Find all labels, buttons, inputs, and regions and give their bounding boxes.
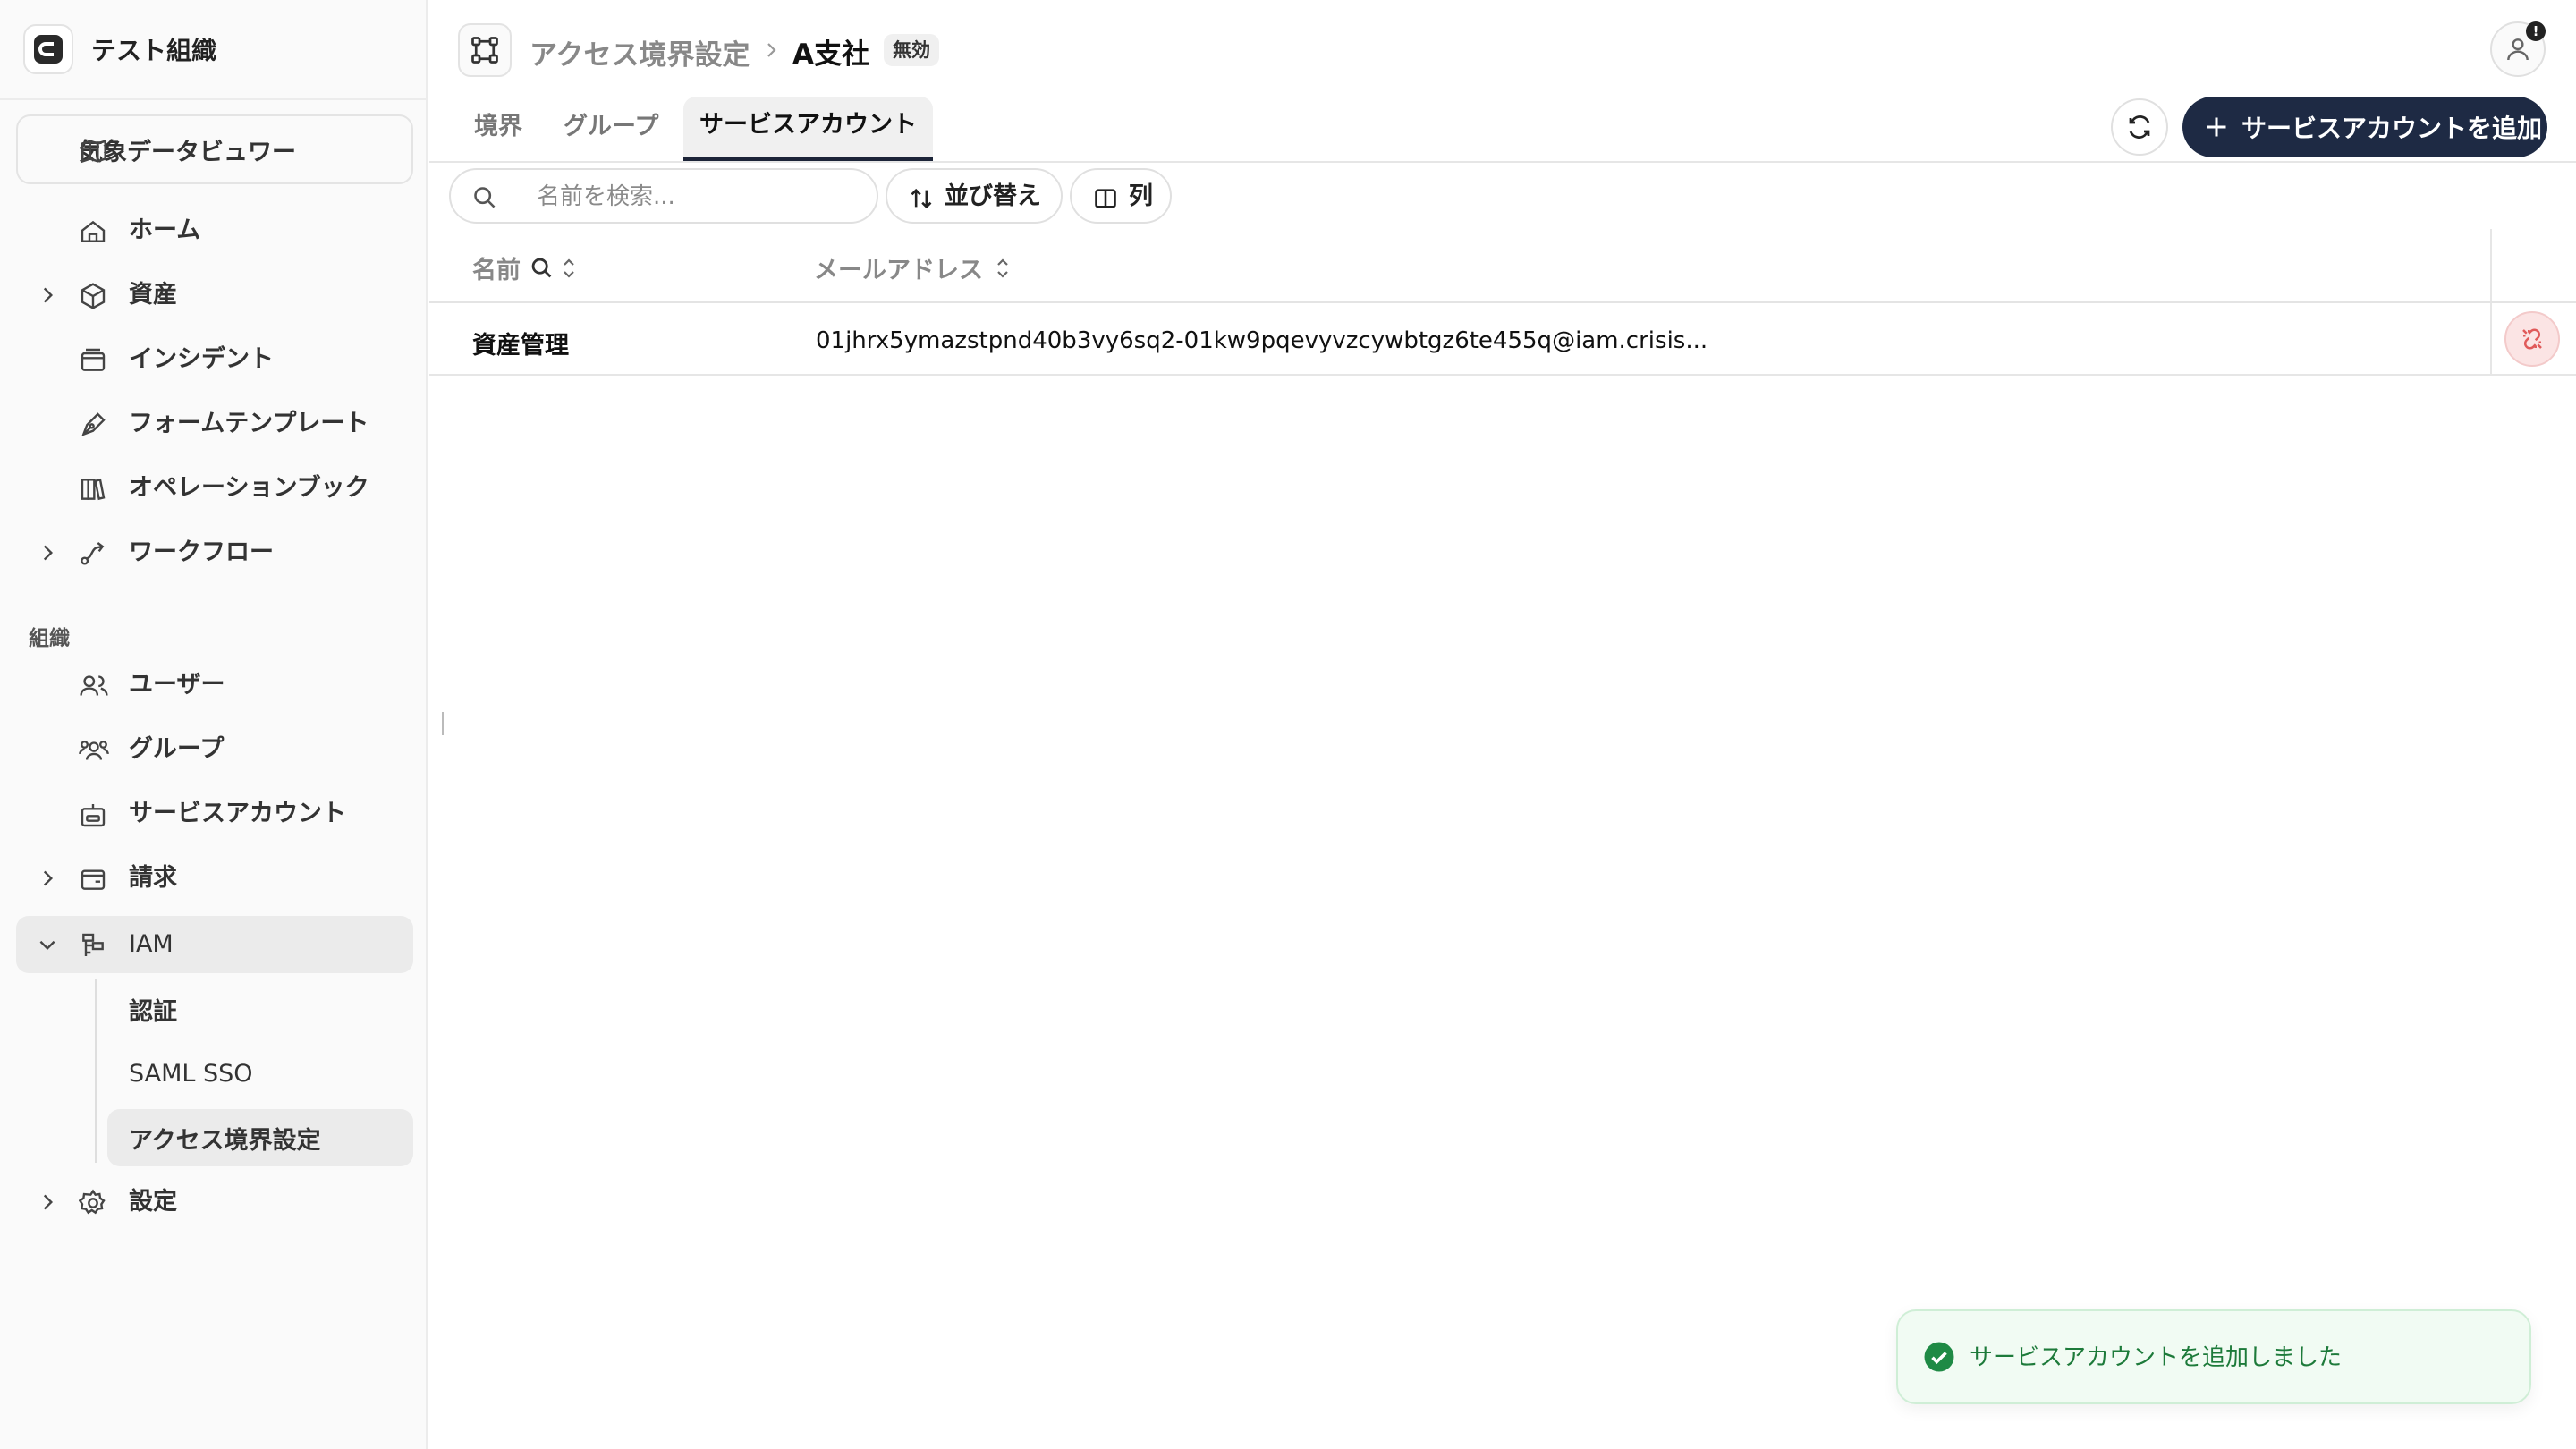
chevron-right-icon[interactable] xyxy=(36,1191,59,1214)
sidebar-item-label: オペレーションブック xyxy=(129,474,369,502)
sidebar-item-label: IAM xyxy=(129,930,174,958)
map-icon xyxy=(79,136,109,166)
add-service-account-button[interactable]: サービスアカウントを追加 xyxy=(2182,97,2547,157)
tab-boundary[interactable]: 境界 xyxy=(474,107,522,161)
sidebar-item-billing[interactable]: 請求 xyxy=(16,850,413,907)
sidebar-subitem-label: SAML SSO xyxy=(129,1059,253,1088)
table-row-divider xyxy=(429,374,2576,376)
wallet-icon xyxy=(79,865,107,894)
sidebar: テスト組織 気象データビュワー ホーム 資産 インシデント フォームテンプレート… xyxy=(0,0,428,1449)
cell-email: 01jhrx5ymazstpnd40b3vy6sq2-01kw9pqevyvzc… xyxy=(816,327,1708,354)
sidebar-subitem-label: アクセス境界設定 xyxy=(129,1126,321,1155)
sidebar-item-label: グループ xyxy=(129,735,225,763)
chevron-right-icon[interactable] xyxy=(36,541,59,564)
sidebar-item-label: インシデント xyxy=(129,345,274,373)
sidebar-subitem-label: 認証 xyxy=(129,997,177,1026)
cube-icon xyxy=(79,282,107,310)
org-logo-icon xyxy=(23,24,73,74)
submenu-guide-line xyxy=(95,979,97,1163)
weather-viewer-label: 気象データビュワー xyxy=(79,138,296,166)
check-circle-icon xyxy=(1923,1341,1955,1373)
page-title: A支社 xyxy=(792,38,869,71)
chevron-right-icon xyxy=(760,39,782,61)
columns-icon xyxy=(1093,186,1118,211)
sidebar-item-label: サービスアカウント xyxy=(129,800,346,827)
sort-label: 並び替え xyxy=(945,182,1041,210)
sidebar-item-label: 設定 xyxy=(129,1188,177,1216)
sidebar-item-label: ワークフロー xyxy=(129,538,274,566)
remove-service-account-button[interactable] xyxy=(2504,311,2560,367)
notification-badge: ! xyxy=(2526,21,2546,41)
sidebar-item-incidents[interactable]: インシデント xyxy=(16,331,413,388)
workflow-icon xyxy=(79,539,107,568)
search-icon xyxy=(472,185,497,210)
refresh-button[interactable] xyxy=(2111,98,2168,156)
user-icon xyxy=(2507,38,2529,61)
chevron-right-icon[interactable] xyxy=(36,284,59,307)
sidebar-item-workflows[interactable]: ワークフロー xyxy=(16,524,413,581)
tab-groups[interactable]: グループ xyxy=(564,107,658,161)
sort-toggle-icon[interactable] xyxy=(992,256,1013,281)
sort-arrows-icon xyxy=(909,186,934,211)
table-header-divider xyxy=(429,301,2576,303)
sidebar-item-settings[interactable]: 設定 xyxy=(16,1174,413,1231)
tabs-divider xyxy=(429,161,2576,163)
toast-notification: サービスアカウントを追加しました xyxy=(1896,1309,2531,1404)
toast-message: サービスアカウントを追加しました xyxy=(1970,1344,2343,1371)
sidebar-item-label: ユーザー xyxy=(129,671,225,699)
sidebar-item-form-templates[interactable]: フォームテンプレート xyxy=(16,395,413,453)
status-badge: 無効 xyxy=(884,34,939,66)
column-header-label: メールアドレス xyxy=(814,257,983,284)
columns-button[interactable]: 列 xyxy=(1070,168,1172,224)
cell-name: 資産管理 xyxy=(472,332,569,360)
org-switcher[interactable]: テスト組織 xyxy=(0,0,428,100)
group-icon xyxy=(79,736,109,765)
books-icon xyxy=(79,475,107,504)
sidebar-item-iam[interactable]: IAM xyxy=(16,916,413,973)
sidebar-item-users[interactable]: ユーザー xyxy=(16,657,413,714)
column-header-email[interactable]: メールアドレス xyxy=(814,250,1013,285)
sidebar-item-label: 資産 xyxy=(129,281,177,309)
search-input[interactable] xyxy=(537,179,868,215)
sidebar-item-label: ホーム xyxy=(129,216,201,244)
org-name: テスト組織 xyxy=(91,36,217,65)
column-header-name[interactable]: 名前 xyxy=(472,250,580,285)
sidebar-resize-handle[interactable] xyxy=(442,712,444,735)
sidebar-item-operation-books[interactable]: オペレーションブック xyxy=(16,460,413,517)
add-service-account-label: サービスアカウントを追加 xyxy=(2241,114,2543,143)
sidebar-subitem-saml-sso[interactable]: SAML SSO xyxy=(107,1045,413,1102)
pen-icon xyxy=(79,411,107,439)
home-icon xyxy=(79,217,107,246)
user-avatar-button[interactable]: ! xyxy=(2490,21,2546,77)
sidebar-subitem-access-boundary[interactable]: アクセス境界設定 xyxy=(107,1109,413,1166)
bot-icon xyxy=(79,801,107,829)
boundary-icon xyxy=(458,23,512,77)
columns-label: 列 xyxy=(1129,182,1153,210)
search-box xyxy=(449,168,878,224)
refresh-icon xyxy=(2129,115,2150,139)
gear-icon xyxy=(79,1189,107,1217)
users-icon xyxy=(79,672,109,700)
chevron-right-icon[interactable] xyxy=(36,867,59,890)
sidebar-item-label: 請求 xyxy=(129,864,177,892)
sidebar-item-assets[interactable]: 資産 xyxy=(16,267,413,324)
sidebar-item-service-accounts[interactable]: サービスアカウント xyxy=(16,785,413,843)
weather-viewer-button[interactable]: 気象データビュワー xyxy=(16,114,413,184)
iam-icon xyxy=(79,931,107,960)
column-header-label: 名前 xyxy=(472,257,521,284)
tab-service-accounts[interactable]: サービスアカウント xyxy=(683,97,933,161)
chevron-down-icon[interactable] xyxy=(36,933,59,956)
sidebar-section-org: 組織 xyxy=(29,627,70,650)
window-icon xyxy=(79,346,107,375)
plus-icon xyxy=(2204,114,2229,140)
sort-button[interactable]: 並び替え xyxy=(886,168,1063,224)
sidebar-subitem-auth[interactable]: 認証 xyxy=(107,980,413,1038)
sidebar-item-groups[interactable]: グループ xyxy=(16,721,413,778)
breadcrumb-parent[interactable]: アクセス境界設定 xyxy=(530,32,750,72)
sidebar-item-label: フォームテンプレート xyxy=(129,410,369,437)
sort-toggle-icon[interactable] xyxy=(558,256,580,281)
unlink-icon xyxy=(2522,328,2542,350)
search-icon[interactable] xyxy=(530,256,555,281)
sidebar-item-home[interactable]: ホーム xyxy=(16,202,413,259)
